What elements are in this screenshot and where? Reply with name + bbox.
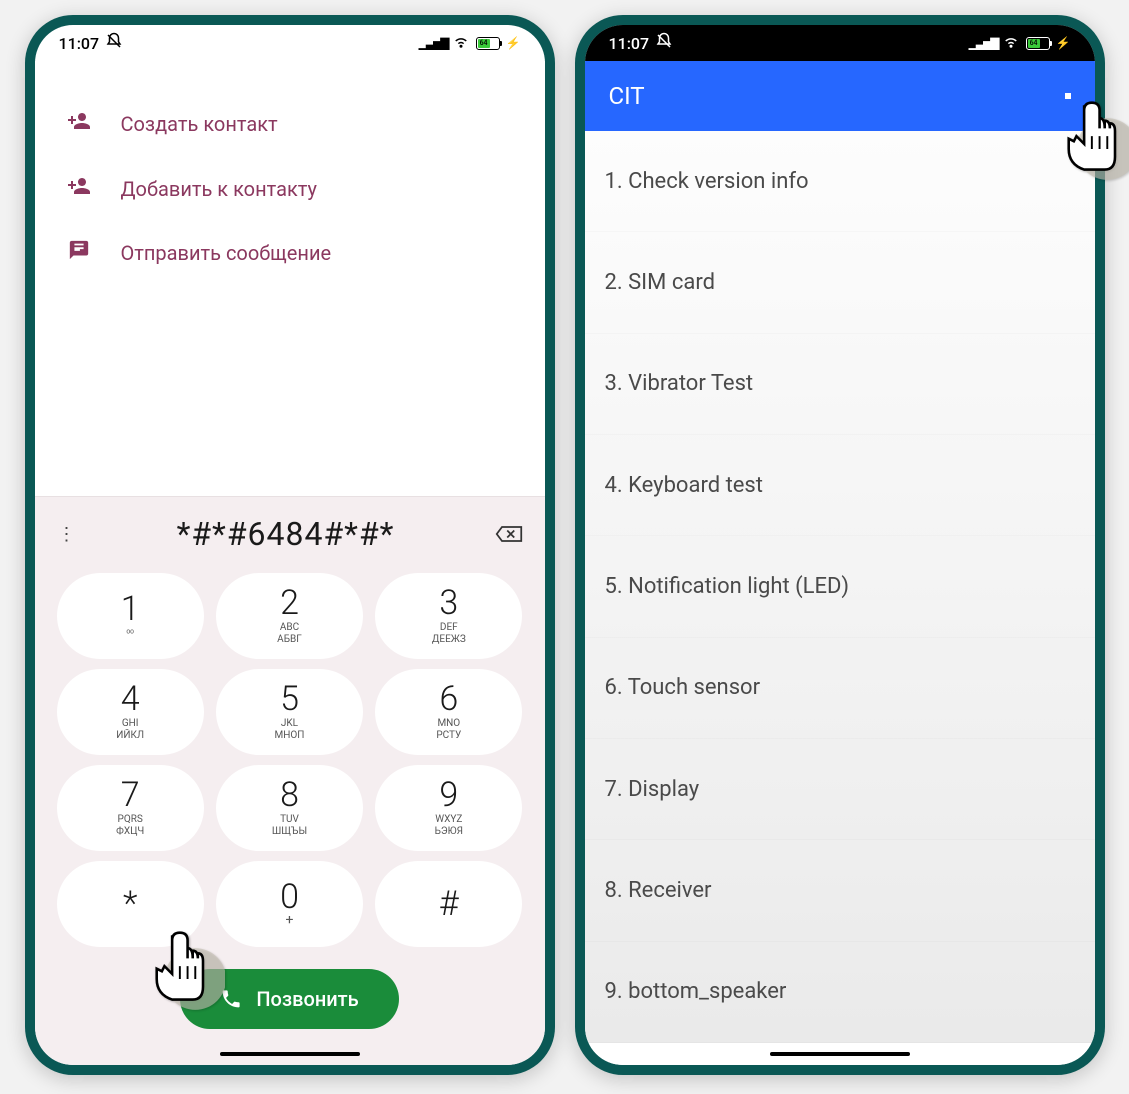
create-contact-row[interactable]: Создать контакт — [65, 91, 515, 156]
cit-title: CIT — [609, 82, 645, 110]
cit-item-led[interactable]: 5. Notification light (LED) — [585, 536, 1095, 637]
cit-list[interactable]: 1. Check version info 2. SIM card 3. Vib… — [585, 131, 1095, 1043]
key-hash[interactable]: # — [375, 861, 522, 947]
create-contact-label: Создать контакт — [121, 112, 278, 136]
key-6[interactable]: 6MNOРСТУ — [375, 669, 522, 755]
key-5[interactable]: 5JKLМНОП — [216, 669, 363, 755]
call-row: Позвонить — [35, 963, 545, 1043]
signal-icon: ▁▃▅▇ — [419, 36, 448, 50]
key-1[interactable]: 1ᵒᵒ — [57, 573, 204, 659]
clock: 11:07 — [609, 34, 650, 53]
status-bar: 11:07 ▁▃▅▇ 64 ⚡ — [585, 25, 1095, 61]
person-add-icon — [65, 109, 93, 138]
screen-dialer: 11:07 ▁▃▅▇ 64 ⚡ Создать контакт — [35, 25, 545, 1065]
key-2[interactable]: 2ABCАБВГ — [216, 573, 363, 659]
call-button[interactable]: Позвонить — [180, 969, 398, 1029]
cit-header: CIT — [585, 61, 1095, 131]
wifi-icon — [1002, 32, 1020, 54]
cit-item-vibrator[interactable]: 3. Vibrator Test — [585, 334, 1095, 435]
screen-cit: 11:07 ▁▃▅▇ 64 ⚡ CIT 1. Check version inf… — [585, 25, 1095, 1065]
message-icon — [65, 239, 93, 266]
bell-slash-icon — [105, 32, 123, 54]
kebab-icon[interactable]: ⋮ — [55, 524, 79, 545]
cit-item-speaker[interactable]: 9. bottom_speaker — [585, 942, 1095, 1043]
typed-number: *#*#6484#*#* — [91, 515, 481, 553]
nav-handle[interactable] — [35, 1043, 545, 1065]
battery-icon: 64 — [476, 37, 500, 50]
key-star[interactable]: * — [57, 861, 204, 947]
wifi-icon — [452, 32, 470, 54]
key-0[interactable]: 0+ — [216, 861, 363, 947]
nav-handle[interactable] — [585, 1043, 1095, 1065]
phone-frame-right: 11:07 ▁▃▅▇ 64 ⚡ CIT 1. Check version inf… — [575, 15, 1105, 1075]
dialer-actions-panel: Создать контакт Добавить к контакту Отпр… — [35, 61, 545, 496]
key-7[interactable]: 7PQRSФХЦЧ — [57, 765, 204, 851]
backspace-button[interactable] — [493, 522, 525, 546]
signal-icon: ▁▃▅▇ — [969, 36, 998, 50]
status-bar: 11:07 ▁▃▅▇ 64 ⚡ — [35, 25, 545, 61]
battery-icon: 64 — [1026, 37, 1050, 50]
send-message-row[interactable]: Отправить сообщение — [65, 221, 515, 284]
key-4[interactable]: 4GHIИЙКЛ — [57, 669, 204, 755]
call-label: Позвонить — [256, 987, 358, 1011]
key-3[interactable]: 3DEFДЕЕЖЗ — [375, 573, 522, 659]
charging-icon: ⚡ — [1056, 36, 1071, 50]
cit-item-receiver[interactable]: 8. Receiver — [585, 840, 1095, 941]
add-to-contact-label: Добавить к контакту — [121, 177, 317, 201]
number-row: ⋮ *#*#6484#*#* — [35, 496, 545, 565]
overflow-menu-button[interactable] — [1065, 93, 1071, 99]
cit-item-keyboard[interactable]: 4. Keyboard test — [585, 435, 1095, 536]
cit-item-touch[interactable]: 6. Touch sensor — [585, 638, 1095, 739]
bell-slash-icon — [655, 32, 673, 54]
cit-item-sim[interactable]: 2. SIM card — [585, 232, 1095, 333]
cit-item-display[interactable]: 7. Display — [585, 739, 1095, 840]
phone-frame-left: 11:07 ▁▃▅▇ 64 ⚡ Создать контакт — [25, 15, 555, 1075]
charging-icon: ⚡ — [506, 36, 521, 50]
key-9[interactable]: 9WXYZЬЭЮЯ — [375, 765, 522, 851]
cit-item-version[interactable]: 1. Check version info — [585, 131, 1095, 232]
person-add-icon — [65, 174, 93, 203]
send-message-label: Отправить сообщение — [121, 241, 332, 265]
phone-icon — [220, 988, 242, 1010]
key-8[interactable]: 8TUVШЩЪЫ — [216, 765, 363, 851]
keypad: 1ᵒᵒ 2ABCАБВГ 3DEFДЕЕЖЗ 4GHIИЙКЛ 5JKLМНОП… — [35, 565, 545, 963]
clock: 11:07 — [59, 34, 100, 53]
add-to-contact-row[interactable]: Добавить к контакту — [65, 156, 515, 221]
